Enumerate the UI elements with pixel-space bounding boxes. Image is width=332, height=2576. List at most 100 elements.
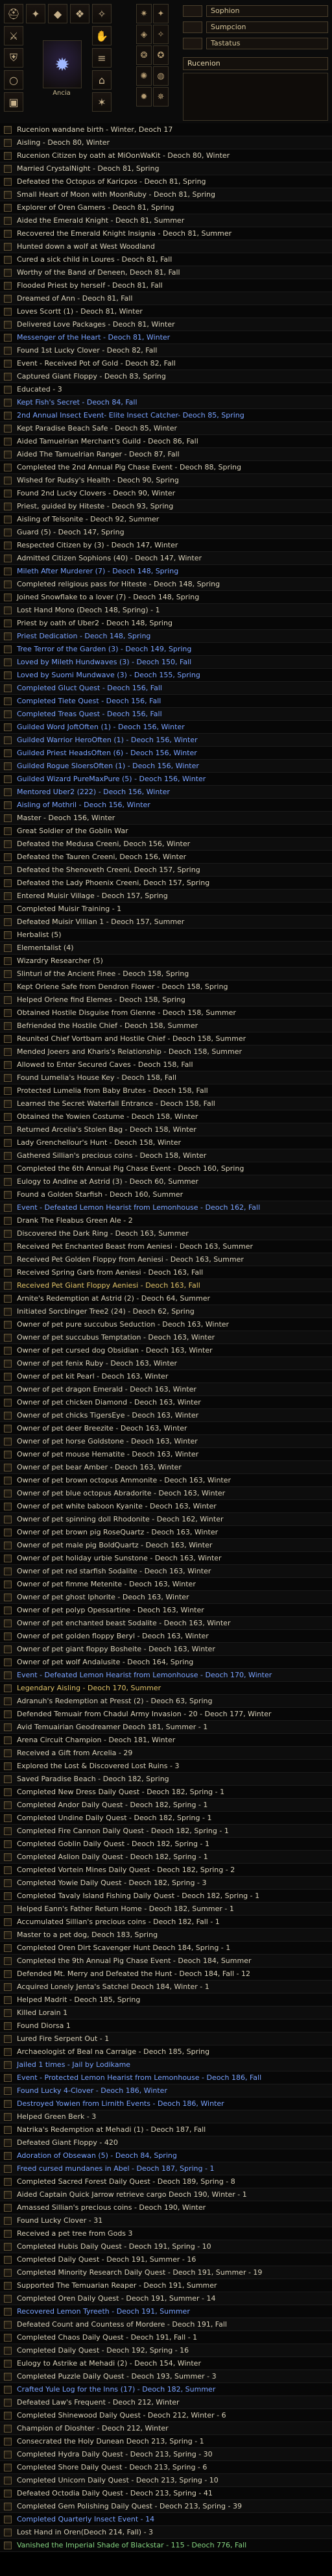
mark-icon <box>4 256 12 264</box>
ring-slot[interactable]: ○ <box>4 70 23 90</box>
legend-mark-row: Found Diorsa 1 <box>0 2020 332 2032</box>
legend-mark-row: Hunted down a wolf at West Woodland <box>0 240 332 253</box>
mark-icon <box>4 723 12 731</box>
inventory-slot[interactable]: ✧ <box>153 25 169 44</box>
legend-mark-row: Owner of pet fenix Ruby - Deoch 163, Win… <box>0 1357 332 1370</box>
mark-text: Completed Treas Quest - Deoch 156, Fall <box>17 710 162 718</box>
necklace-slot[interactable]: ✦ <box>26 4 45 23</box>
mark-text: Lady Grenchellour's Hunt - Deoch 158, Wi… <box>17 1138 182 1147</box>
mark-icon <box>4 269 12 277</box>
mark-icon <box>4 373 12 381</box>
mark-text: Owner of pet dragon Emerald - Deoch 163,… <box>17 1385 196 1394</box>
mark-text: Completed Puzzle Daily Quest - Deoch 193… <box>17 2372 217 2381</box>
shield-slot[interactable]: ⛨ <box>4 48 23 68</box>
mark-text: Accumulated Sillian's precious coins - D… <box>17 1918 220 1926</box>
mark-icon <box>4 399 12 406</box>
legend-mark-row: Avid Temuairian Geodreamer Deoch 181, Su… <box>0 1721 332 1734</box>
inventory-slot[interactable]: ✵ <box>153 87 169 106</box>
mark-text: Owner of pet blue octopus Abradorite - D… <box>17 1489 226 1497</box>
mark-text: Aided Tamuelrian Merchant's Guild - Deoc… <box>17 437 198 445</box>
mark-text: Completed Tavaly Island Fishing Daily Qu… <box>17 1892 260 1900</box>
mark-text: Owner of pet polyp Opessartine - Deoch 1… <box>17 1606 204 1614</box>
earring-slot[interactable]: ◆ <box>48 4 67 23</box>
legend-mark-row: Allowed to Enter Secured Caves - Deoch 1… <box>0 1058 332 1071</box>
tab-sumpcion[interactable]: Sumpcion <box>183 20 328 34</box>
mark-text: Completed religious pass for Hiteste - D… <box>17 580 220 588</box>
belt-slot[interactable]: ≡ <box>92 48 112 68</box>
mark-icon <box>4 1087 12 1095</box>
mark-icon <box>4 1749 12 1757</box>
legend-mark-row: Mended Joeers and Kharis's Relationship … <box>0 1045 332 1058</box>
mark-text: Adoration of Obsewan (5) - Deoch 84, Spr… <box>17 2151 177 2160</box>
mark-text: Completed Shinewood Daily Quest - Deoch … <box>17 2411 226 2420</box>
legend-mark-row: Small Heart of Moon with MoonRuby - Deoc… <box>0 188 332 201</box>
legend-mark-row: Completed Aslion Daily Quest - Deoch 182… <box>0 1851 332 1864</box>
mark-text: Completed Quarterly Insect Event - 14 <box>17 2515 155 2523</box>
legend-mark-row: Guilded Wizard PureMaxPure (5) - Deoch 1… <box>0 773 332 786</box>
mark-text: Owner of pet spinning doll Rhodonite - D… <box>17 1515 224 1523</box>
mark-text: Discovered the Dark Ring - Deoch 163, Su… <box>17 1229 189 1238</box>
mark-icon <box>4 710 12 718</box>
extra-slot[interactable]: ✶ <box>92 92 112 112</box>
mark-icon <box>4 814 12 822</box>
legend-mark-row: Owner of pet cursed dog Obsidian - Deoch… <box>0 1344 332 1357</box>
legend-mark-row: Legendary Aisling - Deoch 170, Summer <box>0 1682 332 1695</box>
mark-text: Hunted down a wolf at West Woodland <box>17 242 155 251</box>
legend-mark-row: Elementalist (4) <box>0 942 332 955</box>
weapon-slot[interactable]: ⚔ <box>4 26 23 45</box>
gauntlet-slot[interactable]: ✋ <box>92 26 112 45</box>
mark-text: Guilded Priest HeadsOften (6) - Deoch 15… <box>17 749 197 757</box>
mark-icon <box>4 2451 12 2458</box>
mark-text: Married CrystalNight - Deoch 81, Spring <box>17 164 160 173</box>
legend-mark-row: Kept Paradise Beach Safe - Deoch 85, Win… <box>0 422 332 435</box>
boots-slot[interactable]: ▣ <box>4 92 23 112</box>
greaves-slot[interactable]: ⌂ <box>92 70 112 90</box>
legend-mark-row: Lady Grenchellour's Hunt - Deoch 158, Wi… <box>0 1136 332 1149</box>
mark-icon <box>4 2282 12 2290</box>
mark-icon <box>4 243 12 251</box>
legend-mark-row: Crafted Yule Log for the Inns (17) - Deo… <box>0 2383 332 2396</box>
inventory-slot[interactable]: ✦ <box>153 4 169 23</box>
inventory-slot[interactable]: ✺ <box>136 66 152 86</box>
mark-icon <box>4 1866 12 1874</box>
mark-icon <box>4 217 12 225</box>
mark-icon <box>4 684 12 692</box>
legend-mark-row: Wizardry Researcher (5) <box>0 955 332 968</box>
mark-text: Arnite's Redemption at Astrid (2) - Deoc… <box>17 1294 211 1303</box>
legend-mark-row: Defeated the Lady Phoenix Creeni, Deoch … <box>0 877 332 890</box>
mark-text: Delivered Love Packages - Deoch 81, Wint… <box>17 320 175 329</box>
inventory-slot[interactable]: ◍ <box>153 66 169 86</box>
mark-icon <box>4 204 12 212</box>
inventory-slot[interactable]: ✪ <box>153 45 169 65</box>
mark-icon <box>4 360 12 368</box>
info-panel <box>183 73 328 121</box>
legend-mark-row: Drank The Fleabus Green Ale - 2 <box>0 1214 332 1227</box>
overcoat-slot[interactable]: ❖ <box>70 4 89 23</box>
legend-mark-row: Archaeologist of Beal na Carraige - Deoc… <box>0 2045 332 2058</box>
legend-mark-row: Aided Captain Quick Jarrow retrieve carg… <box>0 2188 332 2201</box>
inventory-slot[interactable]: ✹ <box>136 87 152 106</box>
mark-text: Aisling of Telsonite - Deoch 92, Summer <box>17 515 160 523</box>
inventory-slot[interactable]: ✷ <box>136 4 152 23</box>
tab-tastatus[interactable]: Tastatus <box>183 36 328 51</box>
mark-icon <box>4 1451 12 1458</box>
mark-text: Completed Unicorn Daily Quest - Deoch 21… <box>17 2476 219 2484</box>
mark-icon <box>4 2191 12 2199</box>
mark-text: Guilded Word JoftOften (1) - Deoch 156, … <box>17 723 185 731</box>
mark-text: Helped Eann's Father Return Home - Deoch… <box>17 1905 234 1913</box>
mark-text: Explorer of Oren Gamers - Deoch 81, Spri… <box>17 203 174 212</box>
tab-sophion[interactable]: Sophion <box>183 4 328 18</box>
mark-text: Explored the Lost & Discovered Lost Ruin… <box>17 1762 180 1770</box>
accessory-slot[interactable]: ✧ <box>92 4 112 23</box>
inventory-slot[interactable]: ◈ <box>136 25 152 44</box>
mark-text: Completed Oren Dirt Scavenger Hunt Deoch… <box>17 1944 231 1952</box>
legend-mark-row: Aided the Emerald Knight - Deoch 81, Sum… <box>0 214 332 227</box>
legend-marks-list[interactable]: Rucenion wandane birth - Winter, Deoch 1… <box>0 123 332 2576</box>
helmet-slot[interactable]: ⛑ <box>4 4 23 23</box>
legend-mark-row: Learned the Secret Waterfall Entrance - … <box>0 1097 332 1110</box>
mark-icon <box>4 1347 12 1355</box>
legend-mark-row: Received a Gift from Arcelia - 29 <box>0 1747 332 1760</box>
legend-mark-row: Explored the Lost & Discovered Lost Ruin… <box>0 1760 332 1773</box>
inventory-slot[interactable]: ❂ <box>136 45 152 65</box>
mark-icon <box>4 2113 12 2121</box>
